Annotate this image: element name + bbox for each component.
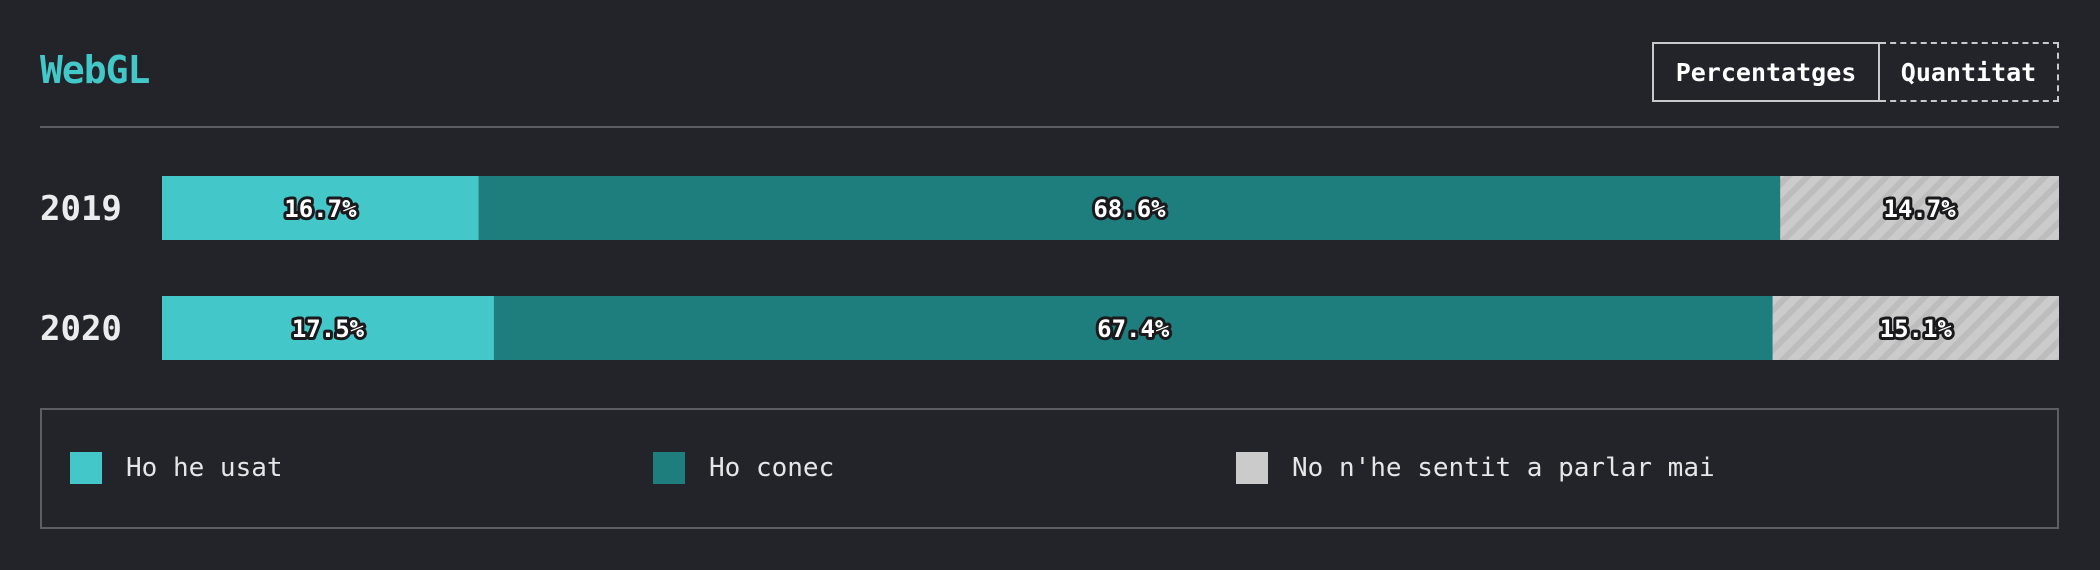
legend-swatch <box>1236 452 1268 484</box>
legend-label: Ho conec <box>709 453 835 483</box>
bar-value-label-2020-0: 17.5% <box>292 315 365 343</box>
bar-value-label-2019-0: 16.7% <box>284 195 357 223</box>
legend-item-0[interactable]: Ho he usat <box>70 452 283 484</box>
legend-swatch <box>653 452 685 484</box>
year-label-2019: 2019 <box>40 189 122 229</box>
legend-item-1[interactable]: Ho conec <box>653 452 834 484</box>
bar-value-label-2019-2: 14.7% <box>1883 195 1956 223</box>
legend-label: No n'he sentit a parlar mai <box>1292 453 1715 483</box>
year-label-2020: 2020 <box>40 309 122 349</box>
legend-swatch <box>70 452 102 484</box>
bar-value-label-2019-1: 68.6% <box>1093 195 1166 223</box>
bar-value-label-2020-1: 67.4% <box>1097 315 1170 343</box>
stacked-bar-chart: 2019 16.7% 68.6% 14.7% 2020 17.5% 67.4% 15.1% <box>40 176 2059 360</box>
bar-value-label-2020-2: 15.1% <box>1880 315 1953 343</box>
legend: Ho he usat Ho conec No n'he sentit a parla… <box>40 408 2059 529</box>
legend-label: Ho he usat <box>126 453 283 483</box>
legend-item-2[interactable]: No n'he sentit a parlar mai <box>1236 452 1715 484</box>
